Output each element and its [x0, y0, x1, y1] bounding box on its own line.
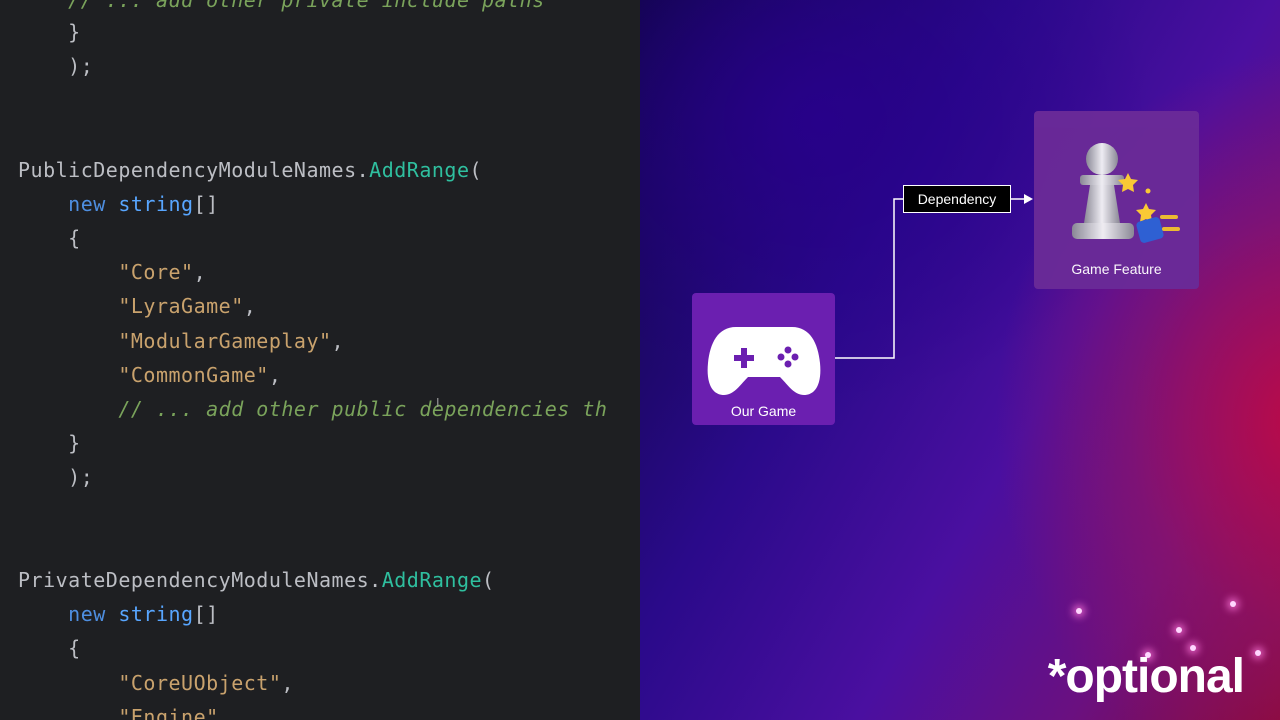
code-line: { — [68, 226, 81, 250]
code-line: PrivateDependencyModuleNames.AddRange( — [18, 568, 495, 592]
chess-pawn-plugin-icon — [1072, 143, 1180, 243]
code-line: } — [68, 431, 81, 455]
code-line: "Core", — [118, 260, 207, 284]
code-type: string — [118, 602, 194, 626]
code-line: "Engine", — [18, 704, 231, 720]
our-game-label: Our Game — [730, 403, 797, 419]
sparkle-icon — [1255, 650, 1261, 656]
game-feature-label: Game Feature — [1071, 261, 1162, 277]
code-string: "ModularGameplay" — [118, 329, 332, 353]
code-keyword: new — [68, 192, 106, 216]
code-line: "ModularGameplay", — [118, 329, 345, 353]
code-line: } — [18, 19, 81, 45]
code-method: AddRange — [369, 158, 470, 182]
code-line: ); — [68, 465, 94, 489]
sparkle-icon — [1176, 627, 1182, 633]
code-line: // ... add other public dependencies th — [18, 396, 607, 422]
code-string: "Engine" — [118, 705, 219, 720]
code-line: ); — [18, 53, 93, 79]
arrowhead-icon — [1024, 194, 1033, 204]
code-comment: // ... add other private include paths — [68, 0, 545, 12]
code-string: "CommonGame" — [118, 363, 269, 387]
code-line: { — [68, 636, 81, 660]
code-line: "CoreUObject", — [118, 671, 294, 695]
code-line: // ... add other private include paths — [18, 0, 545, 13]
code-line: "CommonGame", — [118, 363, 282, 387]
text-cursor-icon: I — [436, 396, 441, 410]
game-feature-node[interactable]: Game Feature — [1034, 111, 1199, 289]
code-identifier: PublicDependencyModuleNames — [18, 158, 357, 182]
code-keyword: new — [68, 602, 106, 626]
code-line: PublicDependencyModuleNames.AddRange( — [18, 158, 483, 182]
code-comment: // ... add other public dependencies th — [118, 397, 608, 421]
code-punct: ); — [68, 54, 94, 78]
dependency-diagram: Our Game Dependency Game Feature *option… — [640, 0, 1280, 720]
code-string: "LyraGame" — [118, 294, 244, 318]
code-punct: } — [68, 20, 81, 44]
optional-note: *optional — [1047, 650, 1245, 703]
gamepad-icon — [707, 327, 821, 395]
code-line: new string[] — [68, 192, 219, 216]
code-string: "CoreUObject" — [118, 671, 282, 695]
our-game-node[interactable]: Our Game — [692, 293, 835, 425]
code-type: string — [118, 192, 194, 216]
code-string: "Core" — [118, 260, 194, 284]
code-identifier: PrivateDependencyModuleNames — [18, 568, 370, 592]
code-line: "LyraGame", — [118, 294, 257, 318]
code-editor[interactable]: // ... add other private include paths }… — [0, 0, 640, 720]
code-method: AddRange — [381, 568, 483, 592]
code-line: new string[] — [68, 602, 219, 626]
sparkle-icon — [1230, 601, 1236, 607]
dependency-label-box: Dependency — [903, 185, 1011, 213]
sparkle-icon — [1076, 608, 1082, 614]
